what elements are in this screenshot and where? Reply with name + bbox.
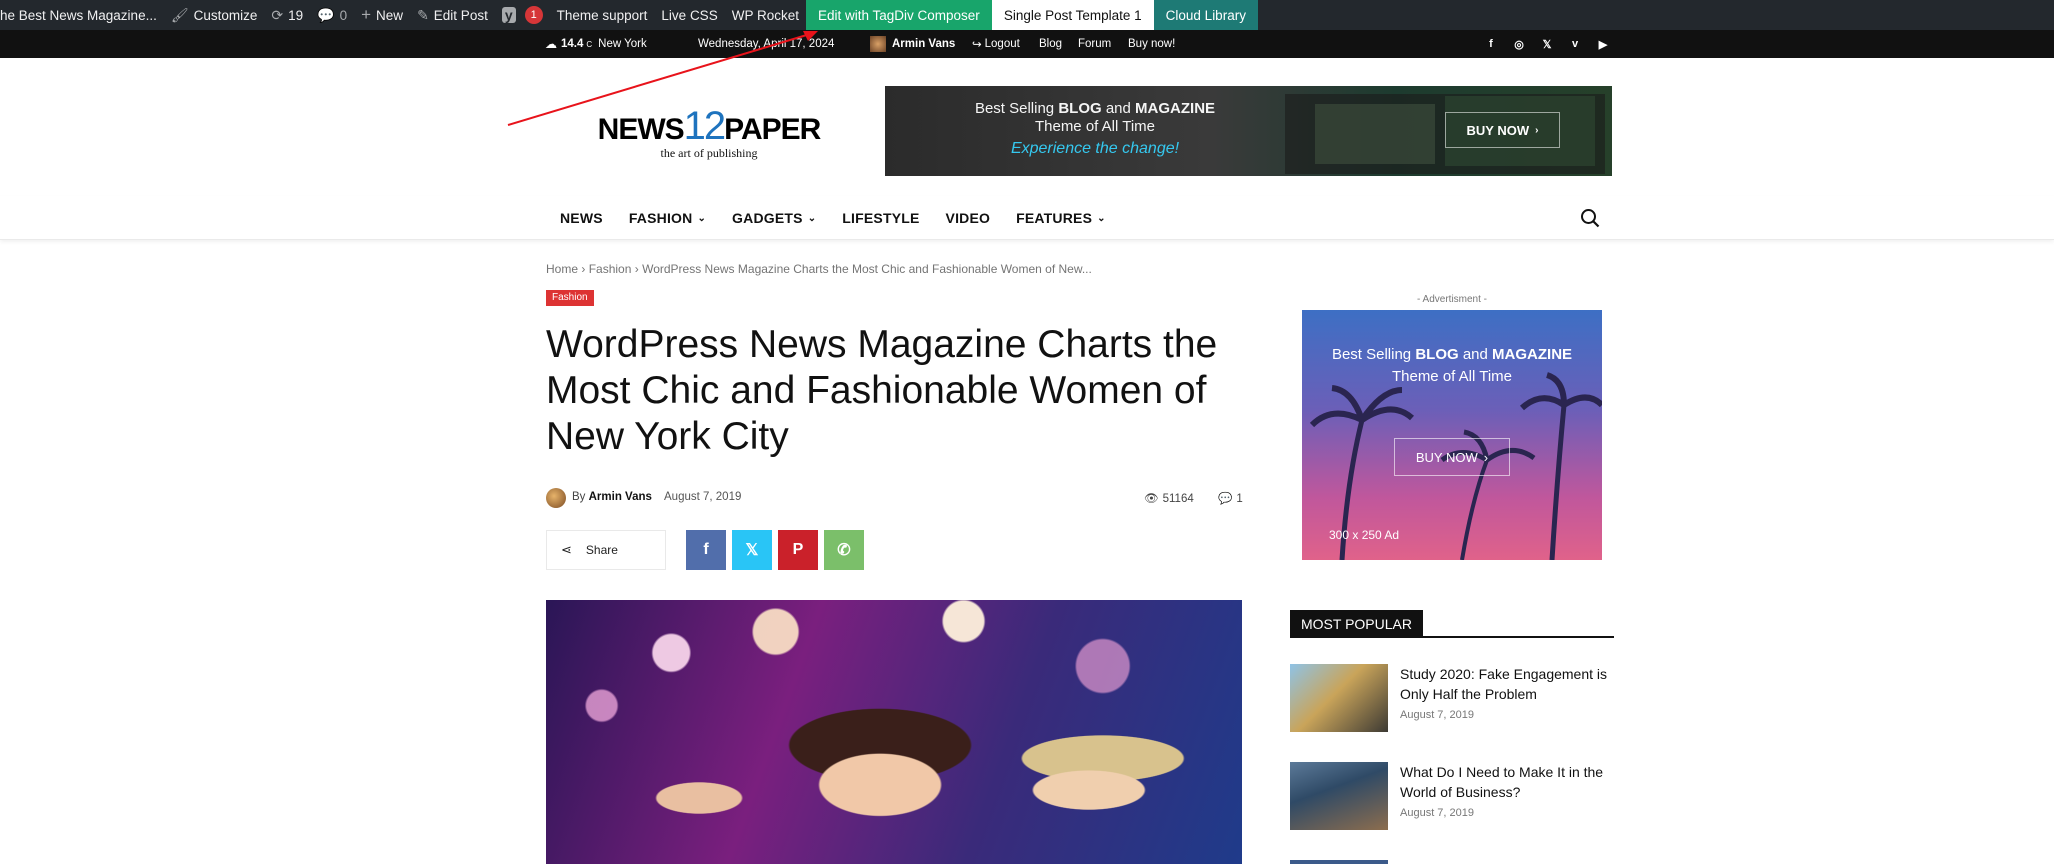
nav-label: FASHION (628, 210, 693, 226)
banner-line1-blog: BLOG (1058, 100, 1102, 117)
list-item[interactable]: What Do I Need to Make It in the World o… (1290, 762, 1614, 830)
nav-item-gadgets[interactable]: GADGETS ⌄ (732, 210, 816, 226)
whatsapp-icon: ✆ (837, 542, 851, 559)
banner-buy-label: BUY NOW (1466, 122, 1530, 138)
breadcrumb: Home › Fashion › WordPress News Magazine… (546, 262, 1092, 276)
nav-item-news[interactable]: NEWS (560, 210, 603, 226)
popular-date: August 7, 2019 (1400, 807, 1475, 819)
logo-right: PAPER (724, 113, 821, 146)
by-label: By (572, 491, 586, 503)
comment-icon: 💬 (1218, 493, 1233, 505)
author-name[interactable]: Armin Vans (589, 491, 652, 503)
list-item[interactable]: Study 2020: Fake Engagement is Only Half… (1290, 664, 1614, 732)
banner-line1-pre: Best Selling (974, 100, 1059, 117)
nav-item-lifestyle[interactable]: LIFESTYLE (842, 210, 919, 226)
share-icon: ⋖ (561, 542, 572, 557)
x-icon: 𝕏 (745, 542, 759, 559)
logo-left: NEWS (597, 113, 685, 146)
featured-image (546, 600, 1242, 864)
author-avatar[interactable] (546, 488, 566, 508)
advertisement-label: - Advertisment - (1416, 294, 1488, 305)
most-popular-header: MOST POPULAR (1290, 610, 1614, 638)
search-icon[interactable] (1580, 208, 1600, 228)
article-meta: By Armin Vans August 7, 2019 👁 51164 💬 1 (546, 488, 1243, 508)
breadcrumb-separator: › (634, 262, 643, 276)
banner-line1-magazine: MAGAZINE (1135, 100, 1216, 117)
pinterest-icon: P (792, 541, 804, 558)
breadcrumb-separator: › (581, 262, 589, 276)
ad-line2: Theme of All Time (1391, 368, 1513, 385)
chevron-down-icon: ⌄ (807, 212, 817, 224)
chevron-down-icon: ⌄ (1097, 212, 1106, 224)
nav-label: LIFESTYLE (842, 210, 920, 226)
share-label: Share (585, 543, 618, 557)
chevron-down-icon: ⌄ (697, 212, 707, 224)
article-title: WordPress News Magazine Charts the Most … (546, 323, 1218, 458)
breadcrumb-current: WordPress News Magazine Charts the Most … (642, 262, 1092, 276)
ad-line1-mid: and (1458, 346, 1493, 363)
popular-date: August 7, 2019 (1400, 709, 1475, 721)
share-bar: ⋖ Share f 𝕏 P ✆ (546, 530, 864, 570)
sidebar-ad-buy-now-button[interactable]: BUY NOW › (1394, 438, 1510, 476)
share-x-button[interactable]: 𝕏 (732, 530, 772, 570)
sidebar-ad[interactable]: Best Selling BLOG and MAGAZINE Theme of … (1302, 310, 1602, 560)
nav-label: VIDEO (945, 210, 991, 226)
comment-count[interactable]: 💬 1 (1218, 491, 1243, 505)
popular-thumbnail-partial[interactable] (1290, 860, 1388, 864)
ad-buy-label: BUY NOW (1415, 449, 1478, 465)
breadcrumb-fashion[interactable]: Fashion (589, 262, 632, 276)
header-banner-ad[interactable]: Best Selling BLOG and MAGAZINE Theme of … (885, 86, 1612, 176)
sidebar-ad-text: Best Selling BLOG and MAGAZINE Theme of … (1302, 344, 1602, 388)
ad-line1-pre: Best Selling (1331, 346, 1416, 363)
post-date: August 7, 2019 (664, 491, 742, 503)
ad-line1-magazine: MAGAZINE (1492, 346, 1573, 363)
view-count: 👁 51164 (1144, 491, 1194, 505)
nav-label: NEWS (560, 210, 603, 226)
chevron-right-icon: › (1535, 124, 1539, 136)
popular-thumbnail[interactable] (1290, 762, 1388, 830)
eye-icon: 👁 (1144, 493, 1159, 505)
comments-value: 1 (1236, 493, 1243, 505)
category-label: Fashion (552, 292, 588, 303)
share-toggle[interactable]: ⋖ Share (546, 530, 666, 570)
nav-label: GADGETS (732, 210, 803, 226)
nav-item-fashion[interactable]: FASHION ⌄ (629, 210, 706, 226)
popular-thumbnail[interactable] (1290, 664, 1388, 732)
nav-label: FEATURES (1016, 210, 1093, 226)
facebook-icon: f (703, 541, 709, 558)
ad-line1-blog: BLOG (1415, 346, 1459, 363)
banner-buy-now-button[interactable]: BUY NOW › (1445, 112, 1560, 148)
share-pinterest-button[interactable]: P (778, 530, 818, 570)
ad-size-label: 300 x 250 Ad (1329, 528, 1400, 542)
logo-wordmark: NEWS12PAPER (584, 106, 834, 150)
banner-line2: Theme of All Time (1034, 118, 1156, 135)
nav-item-video[interactable]: VIDEO (946, 210, 991, 226)
popular-title[interactable]: Study 2020: Fake Engagement is Only Half… (1400, 664, 1614, 704)
nav-menu: NEWS FASHION ⌄ GADGETS ⌄ LIFESTYLE VIDEO F… (560, 196, 1132, 240)
share-facebook-button[interactable]: f (686, 530, 726, 570)
breadcrumb-home[interactable]: Home (546, 262, 578, 276)
category-badge[interactable]: Fashion (546, 290, 594, 306)
logo-number: 12 (683, 104, 726, 148)
main-nav: NEWS FASHION ⌄ GADGETS ⌄ LIFESTYLE VIDEO F… (0, 196, 2054, 240)
banner-line3: Experience the change! (1010, 140, 1180, 157)
views-value: 51164 (1162, 493, 1194, 505)
nav-item-features[interactable]: FEATURES ⌄ (1016, 210, 1106, 226)
banner-line1-mid: and (1101, 100, 1136, 117)
byline: By Armin Vans (572, 491, 652, 503)
share-whatsapp-button[interactable]: ✆ (824, 530, 864, 570)
most-popular-title: MOST POPULAR (1290, 610, 1423, 638)
popular-title[interactable]: What Do I Need to Make It in the World o… (1400, 762, 1614, 802)
chevron-right-icon: › (1483, 449, 1489, 465)
banner-text: Best Selling BLOG and MAGAZINE Theme of … (955, 100, 1235, 158)
site-logo[interactable]: NEWS12PAPER the art of publishing (584, 106, 834, 161)
